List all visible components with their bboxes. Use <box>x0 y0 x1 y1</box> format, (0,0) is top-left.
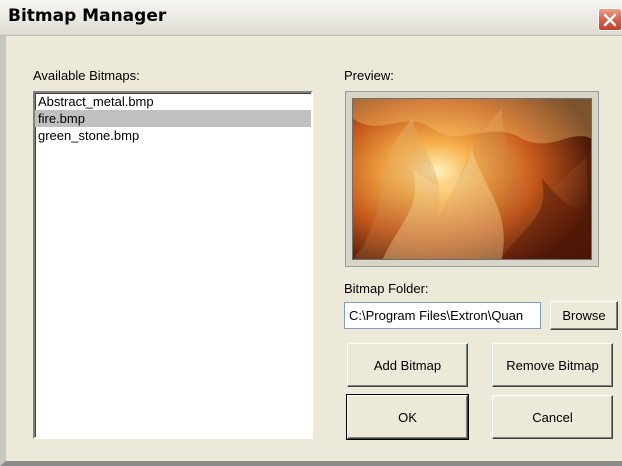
browse-button[interactable]: Browse <box>550 301 618 330</box>
cancel-button[interactable]: Cancel <box>492 395 613 439</box>
available-bitmaps-list[interactable]: Abstract_metal.bmp fire.bmp green_stone.… <box>33 91 313 439</box>
dialog-client-area: Available Bitmaps: Abstract_metal.bmp fi… <box>6 36 622 461</box>
list-item[interactable]: green_stone.bmp <box>35 127 311 144</box>
close-button[interactable] <box>598 8 622 31</box>
fire-image <box>353 99 591 259</box>
list-item[interactable]: Abstract_metal.bmp <box>35 93 311 110</box>
add-bitmap-button[interactable]: Add Bitmap <box>347 343 468 387</box>
available-bitmaps-label: Available Bitmaps: <box>33 68 140 83</box>
preview-frame <box>345 91 599 267</box>
close-icon <box>603 13 617 26</box>
list-item-selected[interactable]: fire.bmp <box>35 110 311 127</box>
title-bar[interactable]: Bitmap Manager <box>0 0 622 36</box>
window-title: Bitmap Manager <box>8 6 167 26</box>
ok-button[interactable]: OK <box>346 394 469 440</box>
remove-bitmap-button[interactable]: Remove Bitmap <box>492 343 613 387</box>
bitmap-folder-field[interactable]: C:\Program Files\Extron\Quan <box>344 302 541 329</box>
preview-label: Preview: <box>344 68 394 83</box>
bitmap-folder-label: Bitmap Folder: <box>344 281 429 296</box>
preview-image <box>352 98 592 260</box>
bitmap-manager-window: Bitmap Manager Available Bitmaps: Abstra… <box>0 0 622 466</box>
